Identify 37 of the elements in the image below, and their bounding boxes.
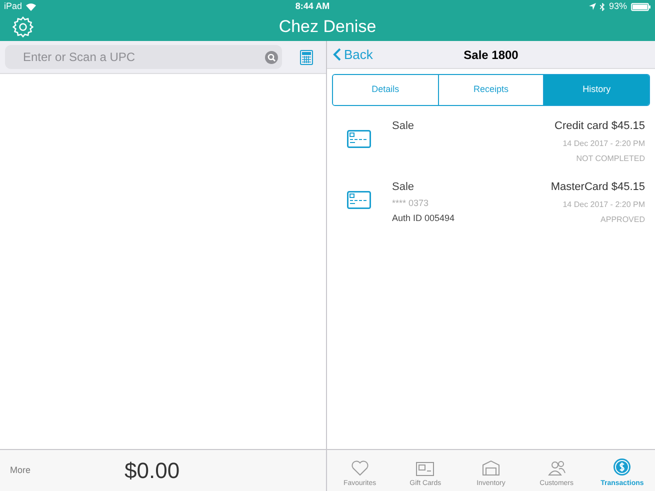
battery-icon xyxy=(631,2,651,10)
app-title: Chez Denise xyxy=(278,16,376,38)
search-icon xyxy=(265,50,278,64)
transaction-date: 14 Dec 2017 - 2:20 PM xyxy=(562,198,645,210)
settings-button[interactable] xyxy=(12,16,34,38)
card-number: **** 0373 xyxy=(392,196,430,210)
transaction-amount: MasterCard $45.15 xyxy=(550,180,645,195)
search-field[interactable]: Enter or Scan a UPC xyxy=(5,45,282,69)
chevron-left-icon xyxy=(333,48,341,61)
warehouse-icon xyxy=(482,460,500,476)
transaction-date: 14 Dec 2017 - 2:20 PM xyxy=(562,138,645,150)
device-name: iPad xyxy=(4,0,22,13)
status-time: 8:44 AM xyxy=(295,0,330,13)
gift-card-icon xyxy=(416,462,434,476)
segment-tab[interactable]: History xyxy=(543,75,649,105)
settings-icon xyxy=(12,16,34,38)
more-button[interactable]: More xyxy=(10,464,31,478)
sale-title: Sale 1800 xyxy=(464,46,518,64)
dollar-icon xyxy=(613,458,632,476)
auth-id: Auth ID 005494 xyxy=(392,212,455,225)
transaction-type: Sale xyxy=(392,119,414,134)
heart-icon xyxy=(350,460,369,476)
transaction-status: NOT COMPLETED xyxy=(576,152,645,164)
credit-card-icon xyxy=(347,130,371,148)
calculator-button[interactable] xyxy=(300,50,313,64)
location-arrow-icon xyxy=(588,3,596,10)
transaction-amount: Credit card $45.15 xyxy=(554,119,645,134)
transaction-status: APPROVED xyxy=(600,214,645,226)
bluetooth-icon xyxy=(600,2,605,10)
cart-total: $0.00 xyxy=(124,457,180,485)
credit-card-icon xyxy=(347,191,371,209)
battery-percent: 93% xyxy=(608,0,627,13)
calculator-icon xyxy=(300,50,313,64)
back-button[interactable]: Back xyxy=(333,44,373,64)
transaction-type: Sale xyxy=(392,180,416,195)
wifi-icon xyxy=(26,2,36,10)
people-icon xyxy=(548,460,566,476)
